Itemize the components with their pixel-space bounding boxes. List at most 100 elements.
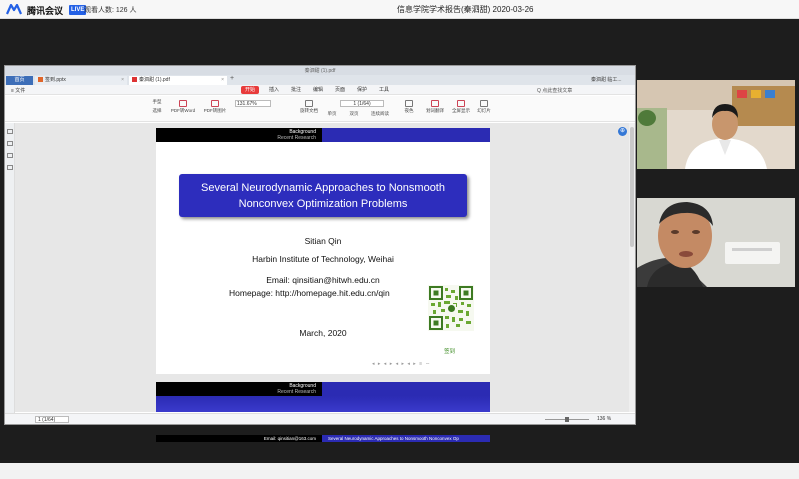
image-icon [211,100,219,107]
tab-strip: 首页 签到.pptx × 秦泗甜 (1).pdf × + 秦泗甜 临工... [5,75,635,85]
translate-button[interactable]: 划词翻译 [424,100,446,114]
night-mode-label: 夜色 [404,108,414,113]
comment-icon[interactable] [7,153,13,158]
slideshow-icon [480,100,488,107]
slideshow-button[interactable]: 幻灯片 [475,100,493,114]
header-right-band [322,128,490,142]
slide-email: Email: qinsitian@hitwh.edu.cn [266,275,380,285]
new-tab-button[interactable]: + [230,75,234,82]
pdf-to-word-button[interactable]: PDF转Word [170,100,196,114]
menu-page[interactable]: 页面 [335,86,345,94]
fullscreen-button[interactable]: 全屏显示 [450,100,472,114]
header-left-band: Background Recent Research [156,128,322,142]
qr-caption: 签到 [444,349,456,355]
rotate-button[interactable]: 旋转文档 [297,100,321,114]
double-page-label: 双页 [349,111,359,116]
attachment-icon[interactable] [7,165,13,170]
close-icon[interactable]: × [121,76,124,85]
qr-code-icon [428,285,474,331]
slide-institute: Harbin Institute of Technology, Weihai [252,254,394,264]
header-section-2: Recent Research [277,135,316,141]
slide-title-line2: Nonconvex Optimization Problems [238,198,408,210]
left-rail [5,123,15,413]
page-input[interactable]: 1 (1/64) [340,100,384,107]
header-left-band: Background Recent Research [156,382,322,396]
participant-video-1-frame [637,80,795,169]
ribbon-toolbar: 手型 选择 PDF转Word PDF转图片 131.67% 旋转文档 单页 双页… [5,96,635,122]
window-titlebar: 秦泗甜 (1).pdf [5,66,635,75]
header-section-2: Recent Research [277,389,316,395]
tab-pptx[interactable]: 签到.pptx × [35,76,127,85]
word-icon [179,100,187,107]
continuous-read-label: 连续阅读 [371,111,389,116]
slide-title-band [156,396,490,412]
zoom-input[interactable]: 131.67% [235,100,271,107]
single-page-button[interactable]: 单页 [323,111,341,117]
menu-edit[interactable]: 编辑 [313,86,323,94]
menu-insert[interactable]: 插入 [269,86,279,94]
select-tool-label: 选择 [152,108,162,113]
moon-icon [405,100,413,107]
search-input[interactable]: Q 点此查找文章 [537,87,572,94]
user-name[interactable]: 秦泗甜 临工... [591,76,622,83]
participant-video-1[interactable] [637,80,795,169]
zoom-slider-knob[interactable] [565,417,569,422]
translate-icon [431,100,439,107]
scroll-thumb[interactable] [630,127,634,247]
fullscreen-label: 全屏显示 [452,108,470,113]
menu-row: ≡ 文件 开始 插入 批注 编辑 页面 保护 工具 Q 点此查找文章 [5,85,635,95]
pdf-file-icon [132,77,137,82]
footer-right: Several Neurodynamic Approaches to Nonsm… [322,435,490,442]
hand-tool-label: 手型 [152,99,162,104]
file-menu[interactable]: ≡ 文件 [11,87,25,94]
slide-page-2: Background Recent Research [156,382,490,412]
tab-home[interactable]: 首页 [6,76,33,85]
select-tool-button[interactable]: 选择 [147,108,167,114]
meeting-title: 信息学院学术报告(秦泗甜) 2020-03-26 [397,5,534,14]
rotate-label: 旋转文档 [300,108,318,113]
slideshow-label: 幻灯片 [477,108,491,113]
slide-author: Sitian Qin [304,236,342,246]
pdf-to-image-button[interactable]: PDF转图片 [202,100,228,114]
double-page-button[interactable]: 双页 [345,111,363,117]
menu-annotate[interactable]: 批注 [291,86,301,94]
window-title: 秦泗甜 (1).pdf [304,68,336,74]
floating-assistant-icon[interactable]: ⊕ [618,127,627,136]
participant-video-2-frame [637,198,795,287]
participant-video-2[interactable] [637,198,795,287]
viewer-count: 观看人数: 126 人 [84,7,137,14]
translate-label: 划词翻译 [426,108,444,113]
tencent-meeting-logo-icon [6,4,22,15]
pdf-viewer-window: 秦泗甜 (1).pdf 首页 签到.pptx × 秦泗甜 (1).pdf × + 秦… [4,65,636,442]
menu-protect[interactable]: 保护 [357,86,367,94]
tab-pdf[interactable]: 秦泗甜 (1).pdf × [129,76,227,85]
vertical-scrollbar[interactable] [629,123,635,412]
slide-header: Background Recent Research [156,128,490,142]
meeting-topbar: 腾讯会议 LIVE 观看人数: 126 人 信息学院学术报告(秦泗甜) 2020… [0,0,799,19]
thumbnail-icon[interactable] [7,129,13,134]
header-right-band [322,382,490,396]
menu-start[interactable]: 开始 [241,86,260,94]
rotate-icon [305,100,313,107]
fullscreen-icon [457,100,465,107]
tab-pptx-label: 签到.pptx [45,77,66,83]
slide-title-box: Several Neurodynamic Approaches to Nonsm… [179,174,467,217]
app-name: 腾讯会议 [27,6,64,16]
tab-pdf-label: 秦泗甜 (1).pdf [139,77,170,83]
close-icon[interactable]: × [221,76,224,85]
single-page-label: 单页 [327,111,337,116]
bookmark-icon[interactable] [7,141,13,146]
slide-title-line1: Several Neurodynamic Approaches to Nonsm… [201,182,445,194]
slide-footer: Email: qinsitian@163.com Several Neurody… [156,435,490,442]
hand-tool-button[interactable]: 手型 [147,99,167,105]
bottom-strip [0,463,799,479]
pdf-to-image-label: PDF转图片 [203,108,227,113]
status-page-input[interactable]: 1 (1/64) [35,416,69,423]
footer-left: Email: qinsitian@163.com [156,435,322,442]
night-mode-button[interactable]: 夜色 [401,100,417,114]
slide-page-1: Background Recent Research Several Neuro… [156,128,490,442]
menu-tools[interactable]: 工具 [379,86,389,94]
continuous-read-button[interactable]: 连续阅读 [367,111,393,117]
beamer-nav-icons: ◂ ▸ ◂ ▸ ◂ ▸ ◂ ▸ ≡ ∽ [372,361,431,367]
status-zoom[interactable]: 136 % [597,416,611,422]
